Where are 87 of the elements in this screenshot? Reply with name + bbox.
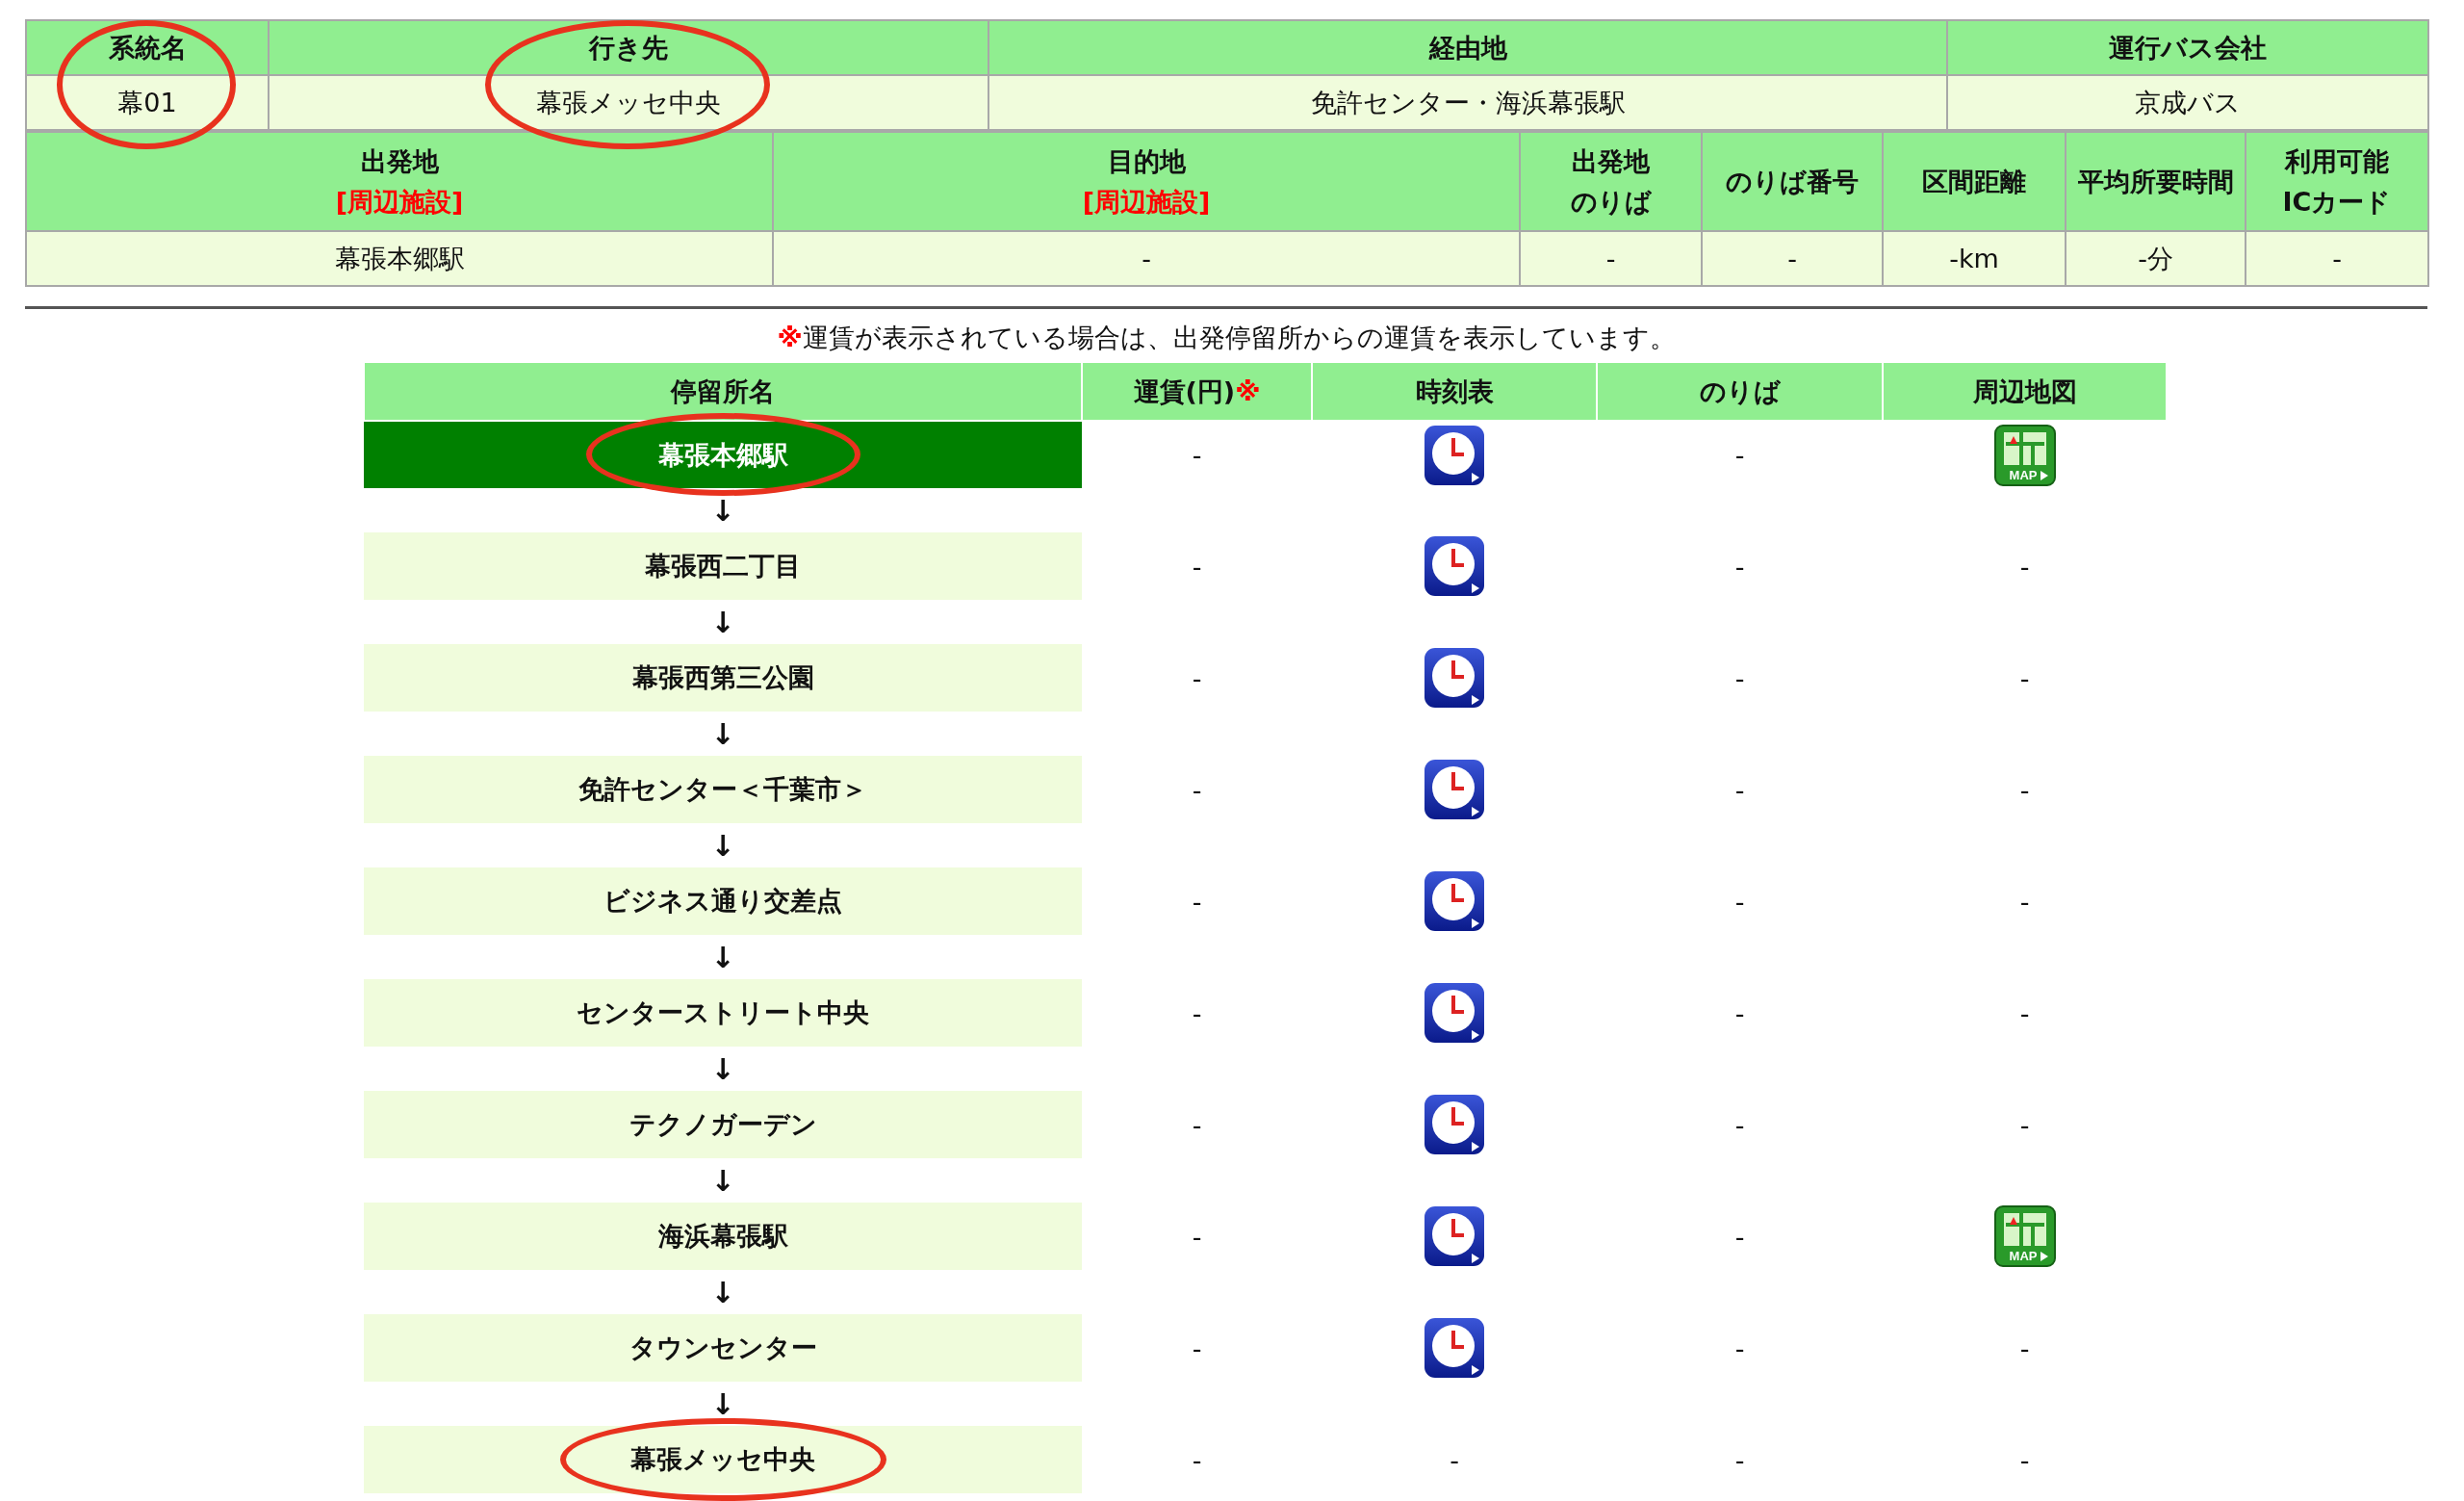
- table-cell: 幕01: [26, 75, 269, 130]
- stop-name[interactable]: センターストリート中央: [364, 979, 1082, 1047]
- platform-value: -: [1734, 1221, 1745, 1252]
- map-value: -: [2019, 1109, 2030, 1140]
- column-header: 経由地: [988, 20, 1947, 75]
- fare-value: -: [1192, 886, 1202, 917]
- platform-value: -: [1734, 440, 1745, 470]
- column-header: のりば番号: [1702, 132, 1883, 231]
- clock-icon[interactable]: [1424, 982, 1485, 1044]
- stop-name[interactable]: 幕張本郷駅: [364, 421, 1082, 488]
- map-icon[interactable]: MAP: [1993, 1205, 2056, 1267]
- stop-name[interactable]: タウンセンター: [364, 1314, 1082, 1382]
- map-icon[interactable]: MAP: [1993, 424, 2056, 486]
- down-arrow: ↓: [710, 1386, 735, 1421]
- down-arrow: ↓: [710, 1051, 735, 1086]
- table-cell: 免許センター・海浜幕張駅: [988, 75, 1947, 130]
- down-arrow: ↓: [710, 828, 735, 863]
- map-value: -: [2019, 1444, 2030, 1475]
- fare-value: -: [1192, 1221, 1202, 1252]
- platform-value: -: [1734, 997, 1745, 1028]
- column-header: 運行バス会社: [1947, 20, 2428, 75]
- column-header: 区間距離: [1883, 132, 2066, 231]
- clock-icon[interactable]: [1424, 535, 1485, 597]
- column-header: 運賃(円)※: [1082, 362, 1312, 421]
- down-arrow: ↓: [710, 605, 735, 639]
- clock-icon[interactable]: [1424, 759, 1485, 820]
- platform-value: -: [1734, 1109, 1745, 1140]
- platform-value: -: [1734, 551, 1745, 582]
- column-header: 利用可能 ICカード: [2246, 132, 2428, 231]
- down-arrow: ↓: [710, 940, 735, 974]
- column-header: 平均所要時間: [2066, 132, 2246, 231]
- column-header: 出発地 [周辺施設]: [26, 132, 773, 231]
- clock-icon[interactable]: [1424, 424, 1485, 486]
- stop-name[interactable]: テクノガーデン: [364, 1091, 1082, 1158]
- fare-notice: ※運賃が表示されている場合は、出発停留所からの運賃を表示しています。: [776, 322, 1677, 354]
- table-cell: -: [773, 231, 1520, 286]
- fare-value: -: [1192, 1109, 1202, 1140]
- table-cell: -: [1520, 231, 1702, 286]
- down-arrow: ↓: [710, 493, 735, 528]
- map-value: -: [2019, 997, 2030, 1028]
- map-value: -: [2019, 551, 2030, 582]
- stop-name[interactable]: ビジネス通り交差点: [364, 867, 1082, 935]
- platform-value: -: [1734, 774, 1745, 805]
- table-cell: -分: [2066, 231, 2246, 286]
- clock-icon[interactable]: [1424, 1317, 1485, 1379]
- fare-value: -: [1192, 440, 1202, 470]
- table-cell: 幕張本郷駅: [26, 231, 773, 286]
- timetable-value: -: [1450, 1444, 1459, 1475]
- column-header: 行き先: [269, 20, 988, 75]
- column-header: 出発地 のりば: [1520, 132, 1702, 231]
- table-cell: -km: [1883, 231, 2066, 286]
- platform-value: -: [1734, 662, 1745, 693]
- clock-icon[interactable]: [1424, 1094, 1485, 1155]
- clock-icon[interactable]: [1424, 870, 1485, 932]
- column-header: のりば: [1597, 362, 1883, 421]
- stop-name[interactable]: 幕張西第三公園: [364, 644, 1082, 712]
- down-arrow: ↓: [710, 716, 735, 751]
- stop-name[interactable]: 幕張メッセ中央: [364, 1426, 1082, 1493]
- stop-name[interactable]: 幕張西二丁目: [364, 532, 1082, 600]
- platform-value: -: [1734, 1444, 1745, 1475]
- fare-value: -: [1192, 997, 1202, 1028]
- column-header: 系統名: [26, 20, 269, 75]
- fare-value: -: [1192, 774, 1202, 805]
- clock-icon[interactable]: [1424, 647, 1485, 709]
- table-cell: -: [2246, 231, 2428, 286]
- platform-value: -: [1734, 886, 1745, 917]
- column-header: 停留所名: [364, 362, 1082, 421]
- map-value: -: [2019, 774, 2030, 805]
- stop-name[interactable]: 免許センター＜千葉市＞: [364, 756, 1082, 823]
- column-header: 時刻表: [1312, 362, 1597, 421]
- table-cell: 幕張メッセ中央: [269, 75, 988, 130]
- map-value: -: [2019, 886, 2030, 917]
- down-arrow: ↓: [710, 1275, 735, 1309]
- fare-value: -: [1192, 662, 1202, 693]
- map-value: -: [2019, 1333, 2030, 1363]
- column-header: 目的地 [周辺施設]: [773, 132, 1520, 231]
- table-cell: -: [1702, 231, 1883, 286]
- fare-value: -: [1192, 1444, 1202, 1475]
- column-header: 周辺地図: [1883, 362, 2167, 421]
- platform-value: -: [1734, 1333, 1745, 1363]
- down-arrow: ↓: [710, 1163, 735, 1198]
- table-cell: 京成バス: [1947, 75, 2428, 130]
- map-value: -: [2019, 662, 2030, 693]
- fare-value: -: [1192, 551, 1202, 582]
- stop-name[interactable]: 海浜幕張駅: [364, 1203, 1082, 1270]
- fare-value: -: [1192, 1333, 1202, 1363]
- clock-icon[interactable]: [1424, 1205, 1485, 1267]
